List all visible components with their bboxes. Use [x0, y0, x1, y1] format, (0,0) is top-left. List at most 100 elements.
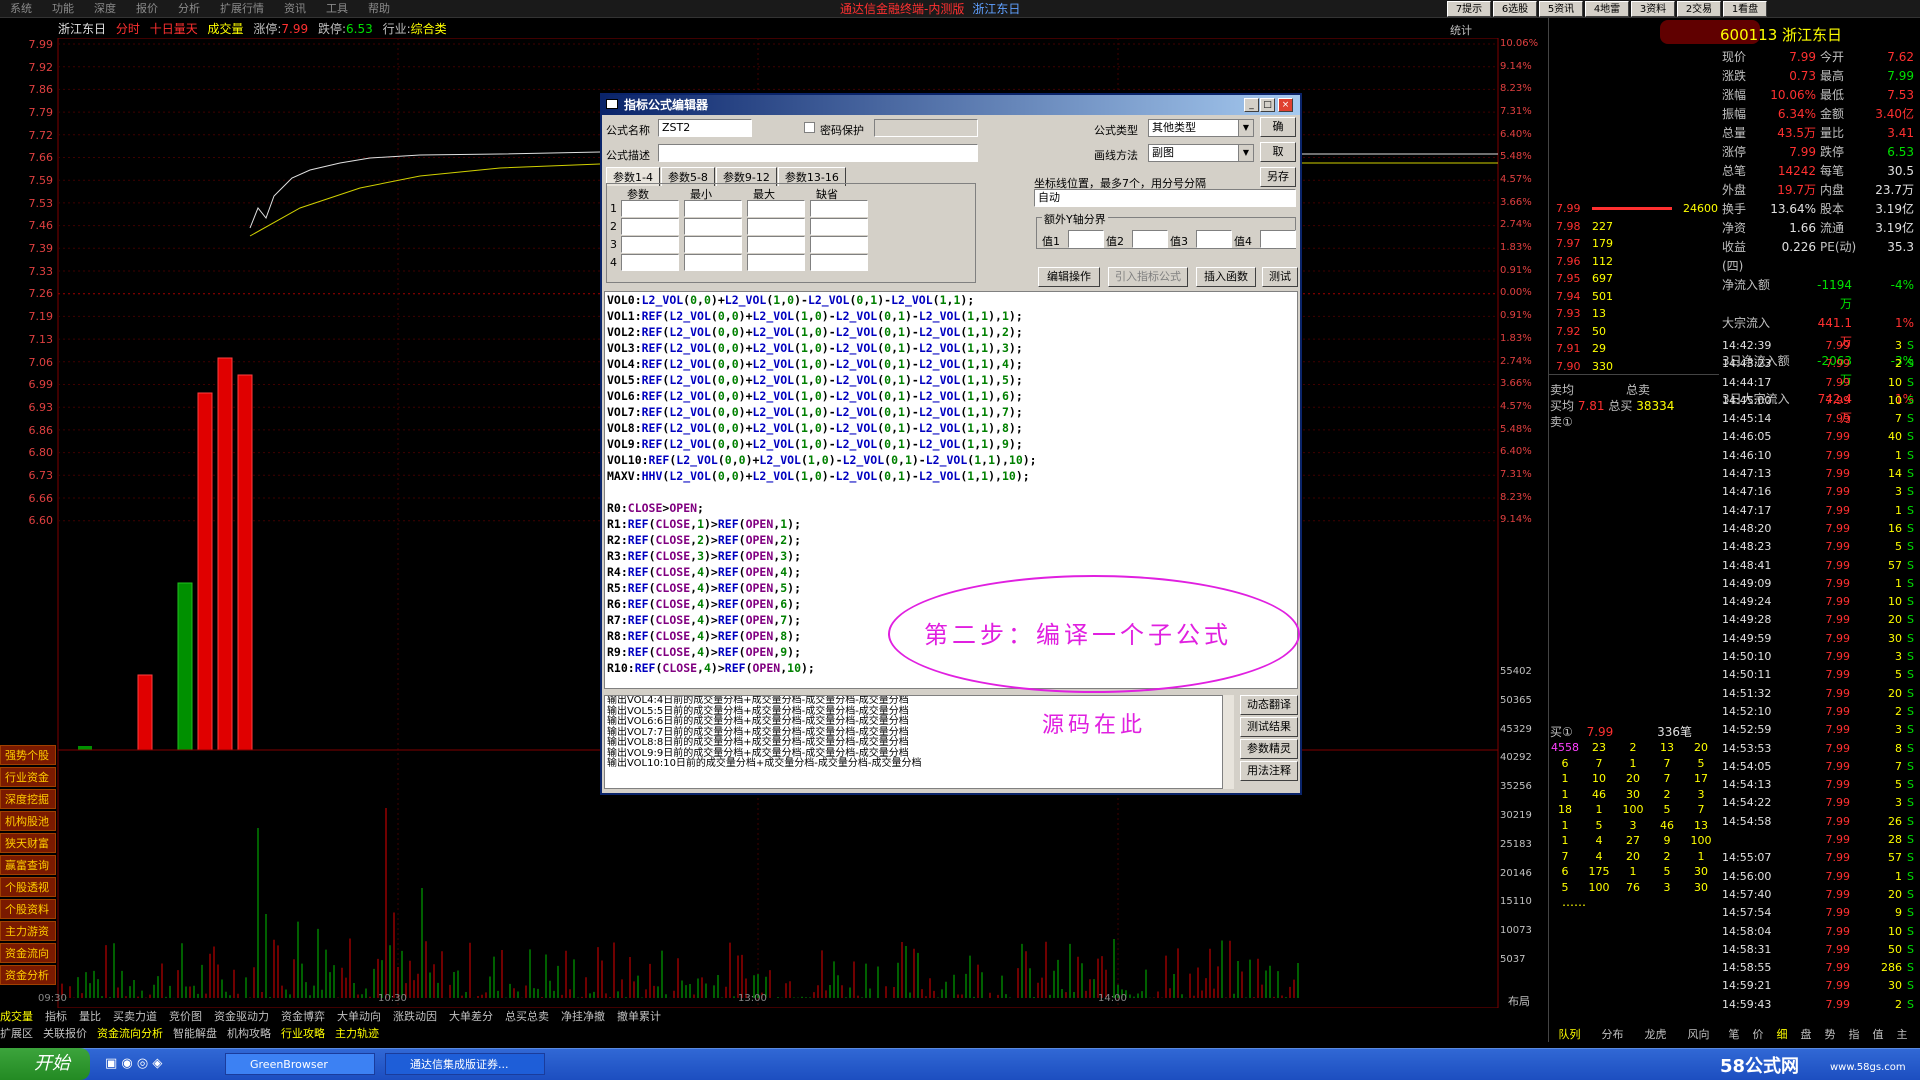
- top-button[interactable]: 4地雷: [1585, 1, 1629, 17]
- tick-row[interactable]: 14:54:13 7.99 5 S: [1722, 776, 1918, 794]
- tick-row[interactable]: 14:50:11 7.99 5 S: [1722, 666, 1918, 684]
- param-cell[interactable]: [810, 254, 868, 271]
- param-cell[interactable]: [747, 254, 805, 271]
- side-button[interactable]: 个股透视: [0, 877, 56, 897]
- side-button[interactable]: 个股资料: [0, 899, 56, 919]
- extra-y-value-input[interactable]: [1260, 230, 1296, 248]
- tick-row[interactable]: 14:46:05 7.99 40 S: [1722, 428, 1918, 446]
- extra-y-value-input[interactable]: [1132, 230, 1168, 248]
- tick-row[interactable]: 14:49:59 7.99 30 S: [1722, 630, 1918, 648]
- maximize-button[interactable]: □: [1260, 98, 1275, 112]
- indicator-tab[interactable]: 买卖力道: [113, 1010, 157, 1023]
- extra-y-value-input[interactable]: [1068, 230, 1104, 248]
- tick-row[interactable]: 14:50:10 7.99 3 S: [1722, 648, 1918, 666]
- indicator-tab[interactable]: 涨跌动因: [393, 1010, 437, 1023]
- dialog-side-button[interactable]: 参数精灵: [1240, 739, 1298, 759]
- tick-row[interactable]: 14:48:23 7.99 5 S: [1722, 538, 1918, 556]
- tick-row[interactable]: 14:53:53 7.99 8 S: [1722, 740, 1918, 758]
- tick-row[interactable]: 7.99 28 S: [1722, 831, 1918, 849]
- param-cell[interactable]: [810, 200, 868, 217]
- right-tab-2[interactable]: 势: [1818, 1026, 1842, 1042]
- indicator-tab[interactable]: 量比: [79, 1010, 101, 1023]
- menu-item[interactable]: 功能: [42, 0, 84, 18]
- indicator-tab[interactable]: 撤单累计: [617, 1010, 661, 1023]
- extend-tab[interactable]: 机构攻略: [227, 1027, 271, 1040]
- menu-item[interactable]: 深度: [84, 0, 126, 18]
- tick-row[interactable]: 14:45:14 7.99 7 S: [1722, 410, 1918, 428]
- tick-row[interactable]: 14:58:31 7.99 50 S: [1722, 941, 1918, 959]
- side-button[interactable]: 深度挖掘: [0, 789, 56, 809]
- tick-row[interactable]: 14:45:00 7.99 10 S: [1722, 392, 1918, 410]
- side-button[interactable]: 主力游资: [0, 921, 56, 941]
- tick-row[interactable]: 14:57:40 7.99 20 S: [1722, 886, 1918, 904]
- axis-input[interactable]: 自动: [1034, 189, 1296, 207]
- param-cell[interactable]: [684, 236, 742, 253]
- extend-tab[interactable]: 关联报价: [43, 1027, 87, 1040]
- tick-row[interactable]: 14:54:05 7.99 7 S: [1722, 758, 1918, 776]
- top-button[interactable]: 6选股: [1493, 1, 1537, 17]
- task-greenbrowser[interactable]: GreenBrowser: [225, 1053, 375, 1075]
- param-cell[interactable]: [684, 254, 742, 271]
- right-tab[interactable]: 分布: [1591, 1026, 1634, 1042]
- name-input[interactable]: ZST2: [658, 119, 752, 137]
- indicator-tab[interactable]: 指标: [45, 1010, 67, 1023]
- desc-input[interactable]: [658, 144, 978, 162]
- tick-row[interactable]: 14:58:55 7.99 286 S: [1722, 959, 1918, 977]
- param-cell[interactable]: [747, 200, 805, 217]
- quicklaunch-icons[interactable]: ▣ ◉ ◎ ◈: [105, 1056, 162, 1071]
- tick-row[interactable]: 14:44:17 7.99 10 S: [1722, 374, 1918, 392]
- menu-item[interactable]: 资讯: [274, 0, 316, 18]
- ten-day-label[interactable]: 十日量天: [150, 22, 198, 36]
- tick-row[interactable]: 14:48:20 7.99 16 S: [1722, 520, 1918, 538]
- tick-row[interactable]: 14:55:07 7.99 57 S: [1722, 849, 1918, 867]
- tick-row[interactable]: 14:47:13 7.99 14 S: [1722, 465, 1918, 483]
- menu-item[interactable]: 扩展行情: [210, 0, 274, 18]
- indicator-tab[interactable]: 成交量: [0, 1010, 33, 1023]
- tick-row[interactable]: 14:43:23 7.99 2 S: [1722, 355, 1918, 373]
- extend-tab[interactable]: 主力轨迹: [335, 1027, 379, 1040]
- extend-tab[interactable]: 扩展区: [0, 1027, 33, 1040]
- param-cell[interactable]: [810, 218, 868, 235]
- type-select[interactable]: 其他类型 ▼: [1148, 119, 1254, 137]
- output-scrollbar[interactable]: [1222, 695, 1234, 789]
- menu-item[interactable]: 报价: [126, 0, 168, 18]
- right-tab-2[interactable]: 价: [1746, 1026, 1770, 1042]
- tick-row[interactable]: 14:52:59 7.99 3 S: [1722, 721, 1918, 739]
- param-cell[interactable]: [621, 254, 679, 271]
- extend-tab[interactable]: 资金流向分析: [97, 1027, 163, 1040]
- right-tab[interactable]: 龙虎: [1634, 1026, 1677, 1042]
- indicator-tab[interactable]: 总买总卖: [505, 1010, 549, 1023]
- param-cell[interactable]: [621, 218, 679, 235]
- tick-row[interactable]: 14:57:54 7.99 9 S: [1722, 904, 1918, 922]
- dialog-side-button[interactable]: 动态翻译: [1240, 695, 1298, 715]
- tick-row[interactable]: 14:54:22 7.99 3 S: [1722, 794, 1918, 812]
- tick-row[interactable]: 14:54:58 7.99 26 S: [1722, 813, 1918, 831]
- tick-row[interactable]: 14:51:32 7.99 20 S: [1722, 685, 1918, 703]
- right-tab-2[interactable]: 笔: [1722, 1026, 1746, 1042]
- queue-more[interactable]: ……: [1562, 895, 1586, 909]
- password-checkbox[interactable]: [804, 122, 815, 133]
- side-button[interactable]: 强势个股: [0, 745, 56, 765]
- tick-row[interactable]: 14:46:10 7.99 1 S: [1722, 447, 1918, 465]
- right-tab-2[interactable]: 主: [1890, 1026, 1914, 1042]
- side-button[interactable]: 赢富查询: [0, 855, 56, 875]
- right-tab-2[interactable]: 值: [1866, 1026, 1890, 1042]
- tick-row[interactable]: 14:47:17 7.99 1 S: [1722, 502, 1918, 520]
- param-cell[interactable]: [621, 200, 679, 217]
- saveas-button[interactable]: 另存: [1260, 167, 1296, 187]
- side-button[interactable]: 资金流向: [0, 943, 56, 963]
- draw-select[interactable]: 副图 ▼: [1148, 144, 1254, 162]
- top-button[interactable]: 5资讯: [1539, 1, 1583, 17]
- top-button[interactable]: 1看盘: [1723, 1, 1767, 17]
- tick-row[interactable]: 14:47:16 7.99 3 S: [1722, 483, 1918, 501]
- indicator-tab[interactable]: 大单差分: [449, 1010, 493, 1023]
- password-input[interactable]: [874, 119, 978, 137]
- indicator-tab[interactable]: 资金驱动力: [214, 1010, 269, 1023]
- mode-label[interactable]: 分时: [116, 22, 140, 36]
- indicator-tab[interactable]: 资金博弈: [281, 1010, 325, 1023]
- side-button[interactable]: 狭天财富: [0, 833, 56, 853]
- close-button[interactable]: ×: [1278, 98, 1293, 112]
- insert-function-button[interactable]: 插入函数: [1196, 267, 1256, 287]
- tick-row[interactable]: 14:48:41 7.99 57 S: [1722, 557, 1918, 575]
- layout-button[interactable]: 布局: [1508, 993, 1530, 1009]
